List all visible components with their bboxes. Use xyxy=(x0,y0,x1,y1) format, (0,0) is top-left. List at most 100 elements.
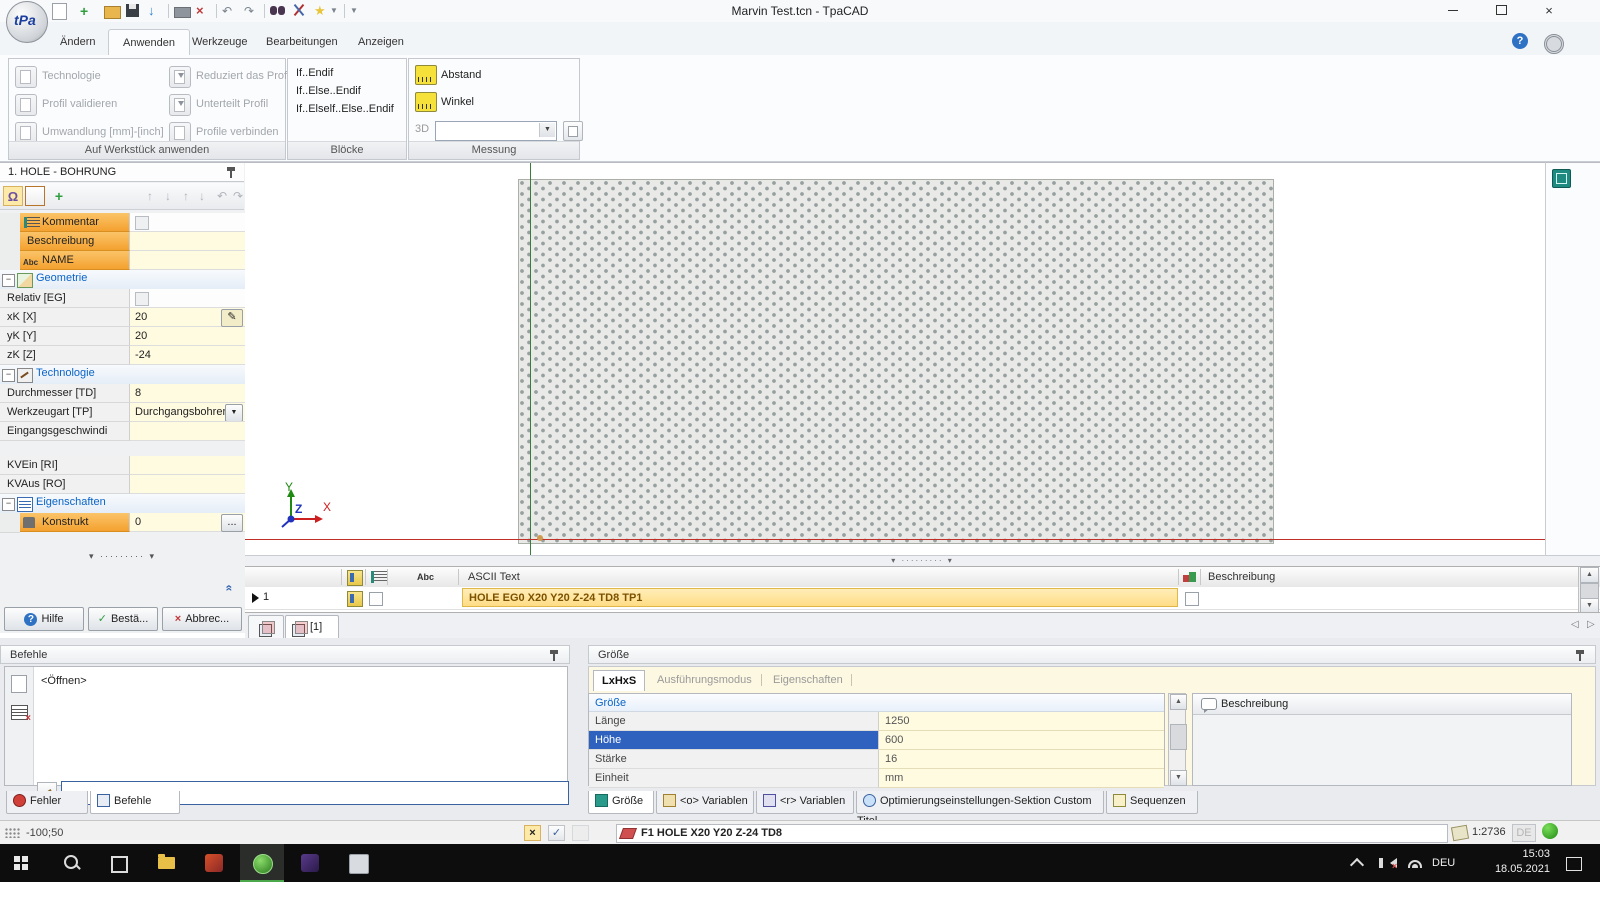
tab-eigenschaften[interactable]: Eigenschaften xyxy=(765,670,851,690)
start-button[interactable] xyxy=(0,844,44,882)
werkzeugart-label[interactable]: Werkzeugart [TP] xyxy=(0,403,130,422)
move-up-icon[interactable]: ↑ xyxy=(140,186,160,206)
pinned-app-button[interactable] xyxy=(336,844,380,882)
pin-icon[interactable] xyxy=(549,650,559,661)
vertical-scrollbar[interactable]: ▲ ▼ xyxy=(1168,693,1186,786)
scroll-up-icon[interactable]: ▲ xyxy=(1580,567,1599,583)
view-tool-icon[interactable] xyxy=(1552,169,1571,188)
scroll-up-icon[interactable]: ▲ xyxy=(1170,694,1187,710)
tab-groesse[interactable]: Größe xyxy=(588,791,654,814)
measure-3d-select[interactable]: ▼ xyxy=(435,121,557,141)
fit-view-icon[interactable]: × xyxy=(524,825,541,841)
technologie-button[interactable]: Technologie xyxy=(15,66,165,88)
kvein-label[interactable]: KVEin [RI] xyxy=(0,456,130,475)
new-command-icon[interactable] xyxy=(11,675,27,693)
relativ-checkbox[interactable] xyxy=(135,292,149,306)
chevron-down-icon[interactable]: ▼ xyxy=(539,123,555,137)
name-label[interactable]: Abc NAME xyxy=(20,251,130,270)
add-node-icon[interactable]: + xyxy=(49,186,69,206)
relativ-value[interactable] xyxy=(130,289,245,308)
open-folder-icon[interactable] xyxy=(104,3,121,19)
reduziert-profil-button[interactable]: Reduziert das Profil xyxy=(169,66,283,88)
einheit-value[interactable]: mm xyxy=(879,769,1164,788)
xk-value[interactable]: 20 ✎ xyxy=(130,308,245,327)
if-endif-button[interactable]: If..Endif xyxy=(296,67,333,79)
kommentar-label[interactable]: Kommentar xyxy=(20,213,130,232)
chevron-down-icon[interactable]: ▼ xyxy=(225,404,243,422)
tools-icon[interactable] xyxy=(292,3,309,19)
open-command-item[interactable]: <Öffnen> xyxy=(41,675,87,687)
staerke-label[interactable]: Stärke xyxy=(589,750,879,769)
group-row-geometrie[interactable]: − Geometrie xyxy=(0,270,245,290)
workpiece-panel[interactable] xyxy=(518,179,1274,544)
omega-parametric-icon[interactable]: Ω xyxy=(3,186,23,206)
add-icon[interactable]: + xyxy=(80,3,97,19)
scroll-down-icon[interactable]: ▼ xyxy=(1170,770,1187,786)
zk-label[interactable]: zK [Z] xyxy=(0,346,130,365)
tpacad-taskbar-button[interactable] xyxy=(240,844,284,882)
durchmesser-label[interactable]: Durchmesser [TD] xyxy=(0,384,130,403)
group-row-eigenschaften[interactable]: − Eigenschaften xyxy=(0,494,245,514)
tab-r-variablen[interactable]: <r> Variablen xyxy=(756,791,854,814)
clock-date[interactable]: 18.05.2021 xyxy=(1478,863,1550,875)
hoehe-value[interactable]: 600 xyxy=(879,731,1164,750)
hoehe-label[interactable]: Höhe xyxy=(589,731,879,750)
selected-hole-marker[interactable] xyxy=(537,535,543,541)
description-checkbox[interactable] xyxy=(1185,592,1199,606)
tab-werkzeuge[interactable]: Werkzeuge xyxy=(178,29,261,55)
snap-icon[interactable]: ✓ xyxy=(548,825,565,841)
kvein-value[interactable] xyxy=(130,456,245,475)
kommentar-value[interactable] xyxy=(130,213,245,232)
favorites-star-icon[interactable]: ★ xyxy=(314,3,331,19)
print-icon[interactable] xyxy=(174,3,191,19)
ellipsis-button[interactable]: ... xyxy=(221,514,243,532)
tab-aendern[interactable]: Ändern xyxy=(46,29,109,55)
network-icon[interactable] xyxy=(1408,860,1422,868)
collapse-chevron-icon[interactable]: « xyxy=(223,585,237,592)
pin-icon[interactable] xyxy=(226,167,236,178)
zk-value[interactable]: -24 xyxy=(130,346,245,365)
yk-value[interactable]: 20 xyxy=(130,327,245,346)
eingang-label[interactable]: Eingangsgeschwindi xyxy=(0,422,130,441)
tab-optimierungseinstellungen[interactable]: Optimierungseinstellungen-Sektion Custom… xyxy=(856,791,1104,814)
clock-time[interactable]: 15:03 xyxy=(1490,848,1550,860)
konstrukt-value[interactable]: 0 ... xyxy=(130,513,245,532)
tab-o-variablen[interactable]: <o> Variablen xyxy=(656,791,754,814)
pin-icon[interactable] xyxy=(1575,650,1585,661)
splitter-handle[interactable]: ▾ ········· ▾ xyxy=(0,551,245,562)
import-icon[interactable]: ↓ xyxy=(148,3,165,19)
if-else-endif-button[interactable]: If..Else..Endif xyxy=(296,85,361,97)
undo-icon[interactable]: ↶ xyxy=(222,3,239,19)
language-badge[interactable]: DE xyxy=(1512,824,1536,842)
tab-lxhxs[interactable]: LxHxS xyxy=(593,670,645,691)
relativ-label[interactable]: Relativ [EG] xyxy=(0,289,130,308)
xk-label[interactable]: xK [X] xyxy=(0,308,130,327)
abbrechen-button[interactable]: ×Abbrec... xyxy=(162,607,242,631)
clear-table-icon[interactable]: × xyxy=(11,705,28,720)
move-down-icon[interactable]: ↓ xyxy=(158,186,178,206)
view-tab-overall[interactable] xyxy=(248,615,284,639)
tab-anzeigen[interactable]: Anzeigen xyxy=(344,29,418,55)
konstrukt-label[interactable]: Konstrukt xyxy=(20,513,130,532)
hidden-icons-chevron[interactable] xyxy=(1350,858,1364,872)
kommentar-checkbox[interactable] xyxy=(135,216,149,230)
keyboard-language[interactable]: DEU xyxy=(1432,857,1455,869)
minimize-button[interactable] xyxy=(1430,0,1476,21)
laenge-label[interactable]: Länge xyxy=(589,712,879,731)
tab-bearbeitungen[interactable]: Bearbeitungen xyxy=(252,29,352,55)
hilfe-button[interactable]: ?Hilfe xyxy=(4,607,84,631)
tab-fehler[interactable]: Fehler xyxy=(6,791,88,814)
edit-formula-icon[interactable]: ✎ xyxy=(221,309,243,327)
delete-icon[interactable]: × xyxy=(196,3,213,19)
notification-center-icon[interactable] xyxy=(1566,857,1582,871)
kvaus-label[interactable]: KVAus [RO] xyxy=(0,475,130,494)
if-elseif-else-endif-button[interactable]: If..Elself..Else..Endif xyxy=(296,103,394,115)
abstand-icon[interactable] xyxy=(415,65,437,85)
unterteilt-profil-button[interactable]: Unterteilt Profil xyxy=(169,94,283,116)
beschreibung-value[interactable] xyxy=(130,232,245,251)
tab-nav-right-icon[interactable]: ▷ xyxy=(1587,619,1595,630)
save-icon[interactable] xyxy=(126,3,143,19)
sort-down-icon[interactable]: ↓ xyxy=(192,186,212,206)
collapse-icon[interactable]: − xyxy=(2,498,15,511)
file-explorer-button[interactable] xyxy=(144,844,188,882)
